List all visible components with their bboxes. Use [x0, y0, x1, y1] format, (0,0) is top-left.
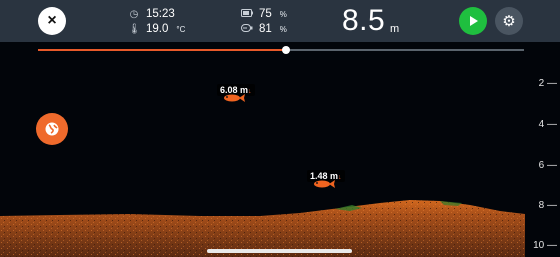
signal-value: 81	[259, 23, 272, 35]
fish-icon[interactable]	[313, 179, 335, 189]
depth-tick: 8 —	[538, 200, 557, 211]
close-icon: ×	[47, 12, 57, 29]
thermometer-icon: 🌡	[128, 24, 141, 35]
map-button[interactable]	[36, 113, 68, 145]
top-bar: × ◷ 15:23 🌡 19.0 °C 75 % 81 % 8.5 m ⚙	[0, 0, 560, 42]
temperature-value: 19.0	[146, 23, 169, 35]
signal-unit: %	[279, 25, 287, 34]
playback-slider[interactable]	[38, 46, 524, 54]
battery-icon	[241, 9, 253, 20]
play-icon	[470, 16, 478, 26]
gear-icon: ⚙	[502, 13, 516, 30]
battery-unit: %	[279, 10, 287, 19]
current-depth: 8.5	[342, 4, 386, 37]
depth-tick: 2 —	[538, 78, 557, 89]
play-button[interactable]	[459, 7, 487, 35]
settings-button[interactable]: ⚙	[495, 7, 523, 35]
playback-progress	[38, 49, 286, 51]
time-readout: ◷ 15:23	[128, 8, 175, 20]
globe-icon	[45, 122, 59, 136]
depth-tick: 6 —	[538, 160, 557, 171]
clock-icon: ◷	[129, 9, 139, 20]
depth-unit: m	[390, 23, 400, 35]
playback-thumb[interactable]	[281, 46, 290, 54]
signal-icon	[241, 24, 253, 35]
temperature-unit: °C	[176, 25, 186, 34]
close-button[interactable]: ×	[38, 7, 66, 35]
battery-readout: 75 %	[241, 8, 287, 20]
fish-icon[interactable]	[223, 93, 245, 103]
depth-tick: 4 —	[538, 119, 557, 130]
signal-readout: 81 %	[241, 23, 287, 35]
time-value: 15:23	[146, 8, 175, 20]
temperature-readout: 🌡 19.0 °C	[128, 23, 185, 35]
depth-tick: 10 —	[533, 240, 557, 251]
battery-value: 75	[259, 8, 272, 20]
home-indicator[interactable]	[207, 249, 352, 253]
